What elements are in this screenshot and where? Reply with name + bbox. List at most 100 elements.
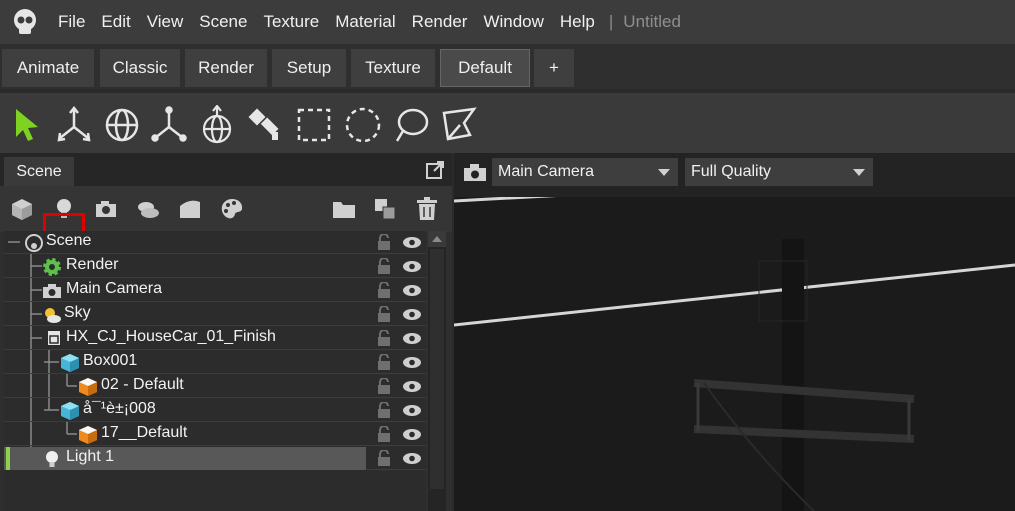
menu-help[interactable]: Help [552, 0, 603, 44]
tab-setup[interactable]: Setup [272, 49, 346, 87]
tree-row-main-camera[interactable]: Main Camera [4, 279, 426, 302]
tab-classic[interactable]: Classic [100, 49, 180, 87]
eye-icon[interactable] [402, 260, 422, 273]
tab-default[interactable]: Default [440, 49, 530, 87]
eye-icon[interactable] [402, 380, 422, 393]
cube-icon[interactable] [9, 196, 35, 222]
tab-texture[interactable]: Texture [351, 49, 435, 87]
material-cube-icon [78, 425, 98, 445]
lasso-select-icon[interactable] [392, 105, 430, 145]
scene-tree: Scene Render Main Camera Sky HX_CJ_House… [4, 231, 426, 511]
tree-row-label: Sky [64, 304, 91, 321]
document-title: Untitled [623, 12, 681, 31]
menu-view[interactable]: View [139, 0, 192, 44]
lock-icon[interactable] [377, 425, 391, 443]
material-icon[interactable] [177, 196, 203, 222]
sky-icon[interactable] [135, 196, 161, 222]
move-axes-icon[interactable] [55, 105, 93, 145]
eye-icon[interactable] [402, 428, 422, 441]
tab-scene[interactable]: Scene [4, 157, 74, 186]
menu-texture[interactable]: Texture [255, 0, 327, 44]
palette-icon[interactable] [219, 196, 245, 222]
folder-icon[interactable] [331, 196, 357, 222]
eye-icon[interactable] [402, 308, 422, 321]
tab-render[interactable]: Render [185, 49, 267, 87]
eye-icon[interactable] [402, 452, 422, 465]
viewport-scene-render [454, 169, 1015, 511]
lock-icon[interactable] [377, 377, 391, 395]
scene-tree-scrollbar[interactable] [428, 231, 446, 511]
tree-row-box001[interactable]: Box001 [4, 351, 426, 374]
eye-icon[interactable] [402, 332, 422, 345]
app-logo-icon [10, 7, 40, 37]
group-icon[interactable] [372, 196, 398, 222]
tree-row-housecar-group[interactable]: HX_CJ_HouseCar_01_Finish [4, 327, 426, 350]
rotate-globe-icon[interactable] [103, 105, 141, 145]
popout-icon[interactable] [426, 161, 444, 179]
tree-row-label: Light 1 [66, 448, 115, 465]
rect-select-icon[interactable] [295, 105, 333, 145]
lock-icon[interactable] [377, 233, 391, 251]
tree-row-sky[interactable]: Sky [4, 303, 426, 326]
tree-row-label: Box001 [83, 352, 138, 369]
eye-icon[interactable] [402, 236, 422, 249]
render-gear-icon [42, 257, 62, 277]
mesh-cube-icon [60, 401, 80, 421]
menu-file[interactable]: File [50, 0, 93, 44]
select-arrow-icon[interactable] [8, 105, 46, 145]
tree-row-label: HX_CJ_HouseCar_01_Finish [66, 328, 276, 345]
viewport[interactable]: Main Camera Full Quality [454, 153, 1015, 511]
add-tab-button[interactable]: + [534, 49, 574, 87]
tree-row-light-1[interactable]: Light 1 [4, 447, 426, 470]
menu-edit[interactable]: Edit [93, 0, 138, 44]
scroll-up-button[interactable] [428, 231, 446, 247]
tab-animate[interactable]: Animate [2, 49, 94, 87]
menu-separator: | [608, 12, 614, 31]
menu-window[interactable]: Window [475, 0, 551, 44]
mesh-cube-icon [60, 353, 80, 373]
quality-select[interactable]: Full Quality [685, 158, 873, 186]
viewport-camera-icon[interactable] [462, 161, 488, 183]
menu-material[interactable]: Material [327, 0, 403, 44]
lock-icon[interactable] [377, 257, 391, 275]
tree-row-label: Scene [46, 232, 92, 249]
circle-select-icon[interactable] [344, 105, 382, 145]
tree-row-render[interactable]: Render [4, 255, 426, 278]
lock-icon[interactable] [377, 329, 391, 347]
lock-icon[interactable] [377, 353, 391, 371]
lock-icon[interactable] [377, 281, 391, 299]
eye-icon[interactable] [402, 404, 422, 417]
tree-row-scene[interactable]: Scene [4, 231, 426, 254]
paint-brush-icon[interactable] [245, 105, 283, 145]
trash-icon[interactable] [414, 196, 440, 222]
menu-render[interactable]: Render [404, 0, 476, 44]
chevron-down-icon [658, 169, 670, 176]
lock-icon[interactable] [377, 449, 391, 467]
sky-icon [42, 305, 62, 325]
tree-row-label: 17__Default [101, 424, 188, 441]
tree-row-label: Render [66, 256, 119, 273]
tree-row-label: 02 - Default [101, 376, 184, 393]
scroll-thumb[interactable] [430, 249, 444, 489]
tree-row-label: Main Camera [66, 280, 163, 297]
quality-select-value: Full Quality [691, 163, 772, 180]
light-bulb-icon [42, 449, 62, 469]
lock-icon[interactable] [377, 401, 391, 419]
eye-icon[interactable] [402, 284, 422, 297]
scene-icon [24, 233, 44, 253]
tree-row-label: å¯¹è±¡008 [83, 400, 156, 417]
scale-axes-icon[interactable] [150, 105, 188, 145]
tree-row-material-02[interactable]: 02 - Default [4, 375, 426, 398]
polygon-select-icon[interactable] [440, 105, 478, 145]
tree-row-material-17[interactable]: 17__Default [4, 423, 426, 446]
camera-select[interactable]: Main Camera [492, 158, 678, 186]
menu-scene[interactable]: Scene [191, 0, 255, 44]
transform-gizmo-icon[interactable] [198, 104, 236, 145]
camera-icon[interactable] [93, 196, 119, 222]
scene-panel-tab-bar: Scene [0, 153, 452, 186]
eye-icon[interactable] [402, 356, 422, 369]
selection-marker [6, 447, 10, 470]
chevron-down-icon [853, 169, 865, 176]
lock-icon[interactable] [377, 305, 391, 323]
tree-row-object008[interactable]: å¯¹è±¡008 [4, 399, 426, 422]
